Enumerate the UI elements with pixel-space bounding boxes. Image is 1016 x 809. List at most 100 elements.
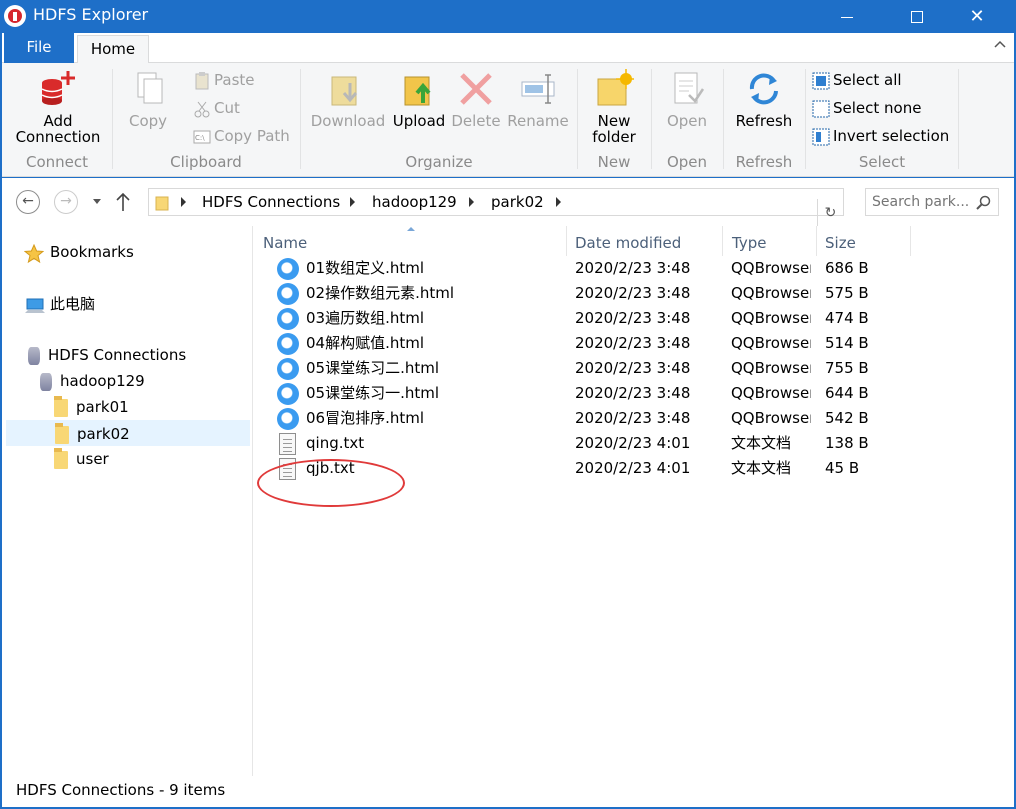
qqbrowser-html-icon [277,383,299,405]
file-name-cell: 05课堂练习一.html [306,384,440,402]
tree-item-park02[interactable]: park02 [6,420,250,446]
address-refresh-icon[interactable]: ↻ [817,199,843,227]
paste-button[interactable]: Paste [193,69,255,91]
copy-button[interactable]: Copy [123,69,173,129]
group-label-refresh: Refresh [735,153,793,171]
download-button[interactable]: Download [310,69,386,129]
sort-ascending-icon [407,227,415,231]
file-size-cell: 755 B [825,359,869,377]
copy-path-icon: C:\ [193,128,211,146]
group-refresh: Refresh Refresh [724,63,804,177]
table-row[interactable]: 05课堂练习一.html 2020/2/23 3:48 QQBrowser 644 B [253,381,1014,406]
table-row[interactable]: 06冒泡排序.html 2020/2/23 3:48 QQBrowser 542 B [253,406,1014,431]
breadcrumb-separator-icon [350,197,355,207]
table-row[interactable]: 05课堂练习二.html 2020/2/23 3:48 QQBrowser 755 B [253,356,1014,381]
search-box[interactable] [865,188,999,216]
column-header-size[interactable]: Size [825,230,856,256]
folder-icon [54,447,68,469]
forward-arrow-icon[interactable]: → [54,190,78,214]
group-open: Open Open [652,63,722,177]
table-row[interactable]: 04解构赋值.html 2020/2/23 3:48 QQBrowser 514 B [253,331,1014,356]
search-input[interactable] [872,190,976,214]
column-divider[interactable] [910,226,911,256]
open-label: Open [666,112,708,130]
file-name-cell: 05课堂练习二.html [306,359,440,377]
database-add-icon [38,69,78,109]
table-row[interactable]: 03遍历数组.html 2020/2/23 3:48 QQBrowser 474 B [253,306,1014,331]
qqbrowser-html-icon [277,308,299,330]
table-row[interactable]: 01数组定义.html 2020/2/23 3:48 QQBrowser 686 B [253,256,1014,281]
tree-item-park01[interactable]: park01 [54,394,129,420]
file-type-cell: QQBrowser [731,259,811,277]
file-type-cell: 文本文档 [731,434,792,452]
table-row[interactable]: 02操作数组元素.html 2020/2/23 3:48 QQBrowser 575 … [253,281,1014,306]
column-divider[interactable] [566,226,567,256]
select-none-icon [812,100,830,118]
file-date-cell: 2020/2/23 3:48 [575,309,691,327]
tree-item-hadoop129[interactable]: hadoop129 [40,368,145,394]
column-header-type[interactable]: Type [732,230,766,256]
add-connection-label: Add Connection [15,112,101,146]
upload-button[interactable]: Upload [390,69,448,129]
copy-path-label: Copy Path [214,127,290,145]
search-icon[interactable] [976,195,992,211]
tree-item-this-pc[interactable]: 此电脑 [24,291,95,317]
tab-home[interactable]: Home [77,35,149,64]
add-connection-button[interactable]: Add Connection [8,69,108,145]
delete-button[interactable]: Delete [450,69,502,129]
column-divider[interactable] [816,226,817,256]
maximize-icon[interactable] [893,0,941,33]
rename-button[interactable]: Rename [506,69,570,129]
rename-icon [518,69,558,109]
address-bar[interactable]: HDFS Connections hadoop129 park02 ↻ [148,188,844,227]
refresh-button[interactable]: Refresh [730,69,798,129]
new-folder-button[interactable]: New folder [586,69,642,145]
file-date-cell: 2020/2/23 3:48 [575,259,691,277]
minimize-icon[interactable] [823,0,871,33]
group-label-open: Open [666,153,708,171]
up-arrow-icon[interactable] [116,192,130,212]
tab-file[interactable]: File [4,33,74,63]
file-size-cell: 644 B [825,384,869,402]
file-size-cell: 575 B [825,284,869,302]
table-row[interactable]: qing.txt 2020/2/23 4:01 文本文档 138 B [253,431,1014,456]
back-arrow-icon[interactable]: ← [16,190,40,214]
file-type-cell: QQBrowser [731,384,811,402]
file-name-cell: 03遍历数组.html [306,309,425,327]
collapse-ribbon-icon[interactable] [994,39,1006,51]
file-type-cell: QQBrowser [731,284,811,302]
invert-selection-button[interactable]: Invert selection [812,125,949,147]
select-none-label: Select none [833,99,922,117]
tree-item-user[interactable]: user [54,446,109,472]
app-logo-icon [4,5,26,27]
file-date-cell: 2020/2/23 4:01 [575,459,691,477]
new-folder-label: New folder [592,112,636,146]
tree-item-hdfs-connections[interactable]: HDFS Connections [28,342,186,368]
column-header-name[interactable]: Name [263,230,307,256]
computer-icon [24,296,45,314]
file-type-cell: QQBrowser [731,359,811,377]
ribbon-divider [300,69,301,169]
tree-item-bookmarks[interactable]: Bookmarks [23,239,134,265]
file-date-cell: 2020/2/23 3:48 [575,409,691,427]
breadcrumb-park02[interactable]: park02 [491,193,544,211]
copy-label: Copy [128,112,168,130]
delete-icon [456,69,496,109]
breadcrumb-hadoop129[interactable]: hadoop129 [372,193,457,211]
column-divider[interactable] [722,226,723,256]
window-title: HDFS Explorer [33,5,149,24]
open-button[interactable]: Open [660,69,714,129]
select-none-button[interactable]: Select none [812,97,921,119]
breadcrumb-hdfs-connections[interactable]: HDFS Connections [202,193,340,211]
paste-icon [193,71,211,90]
column-header-date[interactable]: Date modified [575,230,681,256]
close-icon[interactable]: ✕ [953,0,1001,33]
select-all-button[interactable]: Select all [812,69,902,91]
tree-label-park02: park02 [77,425,130,443]
qqbrowser-html-icon [277,333,299,355]
recent-locations-chevron-down-icon[interactable] [92,198,102,206]
cut-label: Cut [214,99,240,117]
cut-button[interactable]: Cut [193,97,240,119]
group-clipboard: Copy Paste Cut C:\ Copy Path Clipboard [113,63,299,177]
copy-path-button[interactable]: C:\ Copy Path [193,125,290,147]
